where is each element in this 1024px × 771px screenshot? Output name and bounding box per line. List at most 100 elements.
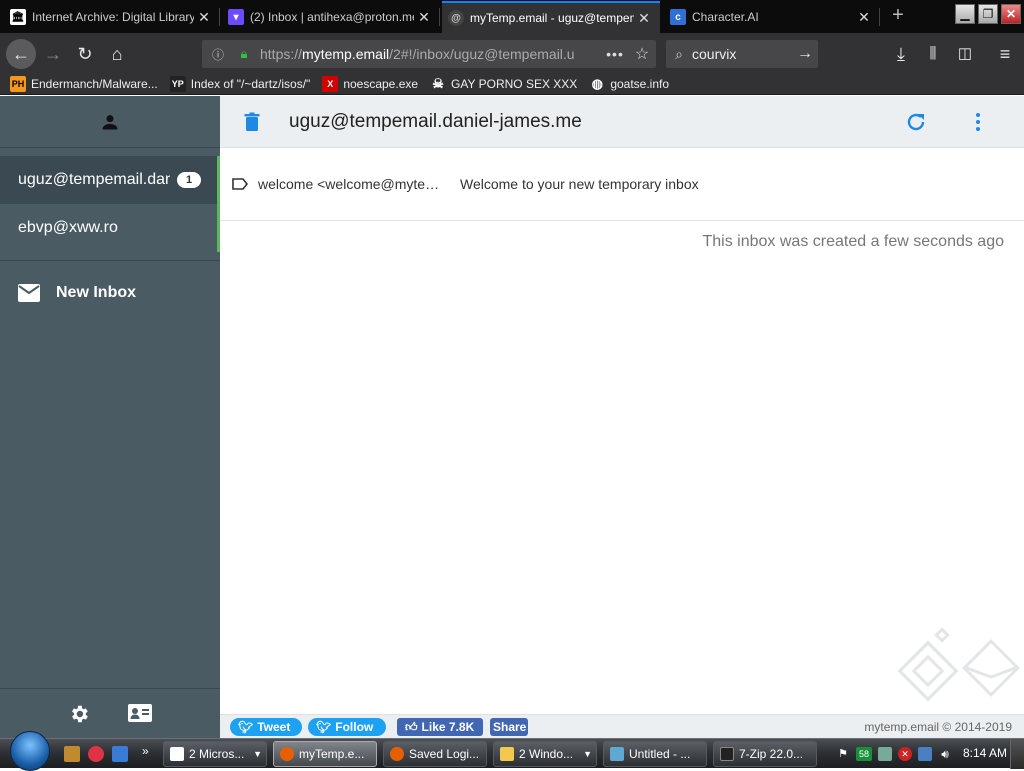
bookmark-label: Index of "/~dartz/isos/" [190,76,311,91]
windows-taskbar: » 2 Micros... ▼ myTemp.e... Saved Logi..… [0,731,1024,771]
tray-app-icon[interactable] [878,747,892,761]
volume-icon[interactable]: 🔊︎ [938,747,952,761]
close-tab-icon[interactable]: ✕ [634,10,654,27]
search-icon: ⌕ [675,45,683,62]
quicklaunch-overflow-icon[interactable]: » [142,744,158,760]
library-icon[interactable]: ⫼ [920,41,946,67]
like-label: Like 7.8K [421,720,475,734]
new-inbox-button[interactable]: New Inbox [0,261,220,325]
tab-mytemp-email[interactable]: @ myTemp.email - uguz@tempemail.daniel-j… [442,1,660,33]
refresh-icon[interactable] [904,110,928,134]
delete-inbox-trash-icon[interactable] [240,110,264,134]
ph-icon: PH [10,75,26,92]
taskbar-clock[interactable]: 8:14 AM [963,746,1007,760]
search-bar[interactable]: ⌕ courvix → [666,40,818,68]
task-untitled-notepad[interactable]: Untitled - ... [603,741,707,767]
bookmark-label: GAY PORNO SEX XXX [451,76,578,91]
message-subject: Welcome to your new temporary inbox [460,176,699,192]
bookmark-goatse[interactable]: ◍ goatse.info [589,76,669,92]
back-button[interactable]: ← [6,39,36,69]
tweet-label: Tweet [257,720,291,734]
message-row[interactable]: welcome <welcome@mytemp.email> Welcome t… [220,148,1024,221]
url-text[interactable]: https://mytemp.email/2#!/inbox/uguz@temp… [260,46,602,62]
inbox-sidebar: uguz@tempemail.daniel-james.me 1 ebvp@xw… [0,96,220,738]
info-icon[interactable]: ⓘ [208,46,228,63]
search-query[interactable]: courvix [692,46,792,62]
bookmark-label: noescape.exe [343,76,419,91]
hamburger-menu-icon[interactable]: ≡ [992,41,1018,67]
skull-icon: ☠ [432,75,444,91]
system-tray: ⚑ 58 ✕ 🔊︎ [836,742,958,766]
forward-button[interactable]: → [40,41,66,67]
task-mytemp-firefox[interactable]: myTemp.e... [273,741,377,767]
close-tab-icon[interactable]: ✕ [414,9,434,26]
7zip-icon [720,747,734,761]
contact-card-icon[interactable] [128,703,152,728]
network-icon[interactable] [918,747,932,761]
tray-counter-badge[interactable]: 58 [856,747,872,761]
downloads-icon[interactable]: ⤓ [888,41,914,67]
settings-gear-icon[interactable] [68,703,90,730]
show-desktop-button[interactable] [1010,739,1024,769]
task-label: 7-Zip 22.0... [739,747,804,761]
bookmark-index-of-isos[interactable]: YP Index of "/~dartz/isos/" [169,75,311,92]
task-microsoft-group[interactable]: 2 Micros... ▼ [163,741,267,767]
group-arrow-icon: ▼ [583,749,592,759]
page-actions-icon[interactable]: ••• [602,46,628,62]
tab-proton-inbox[interactable]: ▾ (2) Inbox | antihexa@proton.me ✕ [222,1,440,33]
app-footer-bar: 🐦︎ Tweet 🐦︎ Follow 👍︎ Like 7.8K Share my… [220,714,1024,738]
address-bar[interactable]: ⓘ 🔒︎ https://mytemp.email/2#!/inbox/uguz… [202,40,656,68]
task-windows-group[interactable]: 2 Windo... ▼ [493,741,597,767]
task-label: myTemp.e... [299,747,365,761]
close-tab-icon[interactable]: ✕ [854,9,874,26]
minimize-window-button[interactable]: ▁ [955,4,975,24]
close-window-button[interactable]: ✕ [1001,4,1021,24]
bookmarks-toolbar: PH Endermanch/Malware... YP Index of "/~… [0,73,1024,95]
tab-title: myTemp.email - uguz@tempemail.daniel-jam… [470,11,634,25]
quicklaunch-1-icon[interactable] [64,746,80,762]
share-label: Share [493,720,527,734]
tab-title: (2) Inbox | antihexa@proton.me [250,10,414,24]
quicklaunch-2-icon[interactable] [88,746,104,762]
url-path: /2#!/inbox/uguz@tempemail.u [389,46,575,62]
twitter-bird-icon: 🐦︎ [316,720,332,734]
tweet-button[interactable]: 🐦︎ Tweet [230,718,302,736]
account-button[interactable] [0,96,220,148]
archive-icon: 🏛 [10,9,26,25]
facebook-like-button[interactable]: 👍︎ Like 7.8K [397,718,483,736]
task-saved-logins[interactable]: Saved Logi... [383,741,487,767]
bookmark-label: goatse.info [610,76,670,91]
tab-title: Internet Archive: Digital Library [32,10,194,24]
mytemp-icon: @ [448,10,464,26]
facebook-share-button[interactable]: Share [490,718,528,736]
flag-icon[interactable]: ⚑ [836,747,850,761]
inbox-item-ebvp[interactable]: ebvp@xww.ro [0,204,220,252]
mytemp-watermark-logo-icon [897,627,1020,702]
firefox-icon [390,747,404,761]
bookmark-gay-porno[interactable]: ☠ GAY PORNO SEX XXX [430,76,577,92]
copyright-text: mytemp.email © 2014-2019 [864,720,1012,734]
reload-button[interactable]: ↻ [72,41,98,67]
inbox-item-uguz[interactable]: uguz@tempemail.daniel-james.me 1 [0,156,220,204]
bookmark-noescape[interactable]: X noescape.exe [322,75,419,92]
security-alert-icon[interactable]: ✕ [898,747,912,761]
home-button[interactable]: ⌂ [104,41,130,67]
follow-button[interactable]: 🐦︎ Follow [308,718,386,736]
tab-internet-archive[interactable]: 🏛 Internet Archive: Digital Library ✕ [4,1,220,33]
task-label: 2 Micros... [189,747,245,761]
close-tab-icon[interactable]: ✕ [194,9,214,26]
bookmark-star-icon[interactable]: ☆ [628,44,656,64]
sidebar-toggle-icon[interactable]: ◫ [952,41,978,67]
new-tab-button[interactable]: + [886,4,910,28]
lock-icon[interactable]: 🔒︎ [234,46,254,62]
tab-character-ai[interactable]: c Character.AI ✕ [664,1,880,33]
bookmark-endermanch[interactable]: PH Endermanch/Malware... [10,75,158,92]
more-options-icon[interactable] [966,110,990,134]
quicklaunch-3-icon[interactable] [112,746,128,762]
search-go-icon[interactable]: → [792,45,818,63]
folder-icon [500,747,514,761]
start-button[interactable] [10,731,50,771]
mailbox-address-title: uguz@tempemail.daniel-james.me [289,111,582,132]
restore-window-button[interactable]: ❐ [978,4,998,24]
task-7zip[interactable]: 7-Zip 22.0... [713,741,817,767]
